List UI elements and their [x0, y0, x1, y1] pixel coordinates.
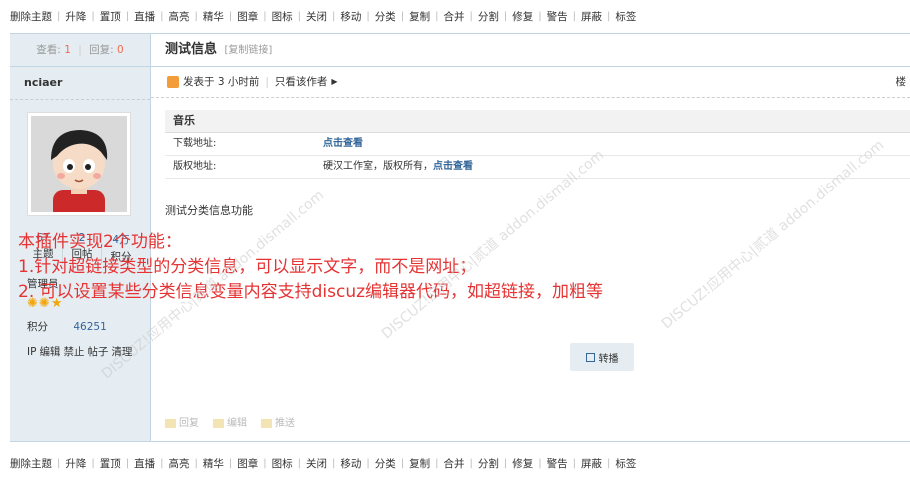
post-actions: 回复 编辑 推送	[165, 414, 295, 429]
post-action[interactable]: 回复	[165, 414, 199, 429]
post-meta: 发表于 3 小时前 | 只看该作者 ▶ 楼	[151, 67, 910, 98]
replies-count: 0	[117, 44, 124, 56]
views-label: 查看:	[36, 44, 61, 56]
share-button[interactable]: 转播	[570, 343, 634, 371]
classified-info-table: 音乐 下载地址: 点击查看 版权地址: 硬汉工作室，版权所有，点击查看	[165, 110, 910, 179]
admin-link[interactable]: IP	[27, 346, 36, 358]
type-row: 版权地址: 硬汉工作室，版权所有，点击查看	[165, 156, 910, 179]
mod-action-link[interactable]: 复制	[409, 9, 430, 24]
moderation-toolbar-top: 删除主题 | 升降 | 置顶 | 直播 | 高亮 | 精华 | 图章 | 图标 | 关闭 | 移动 | 分类 | 复制 | 合并…	[10, 9, 637, 24]
mod-action-link[interactable]: 警告	[547, 456, 568, 471]
share-icon	[585, 352, 595, 362]
mod-action-link[interactable]: 合并	[444, 456, 465, 471]
post-time: 发表于 3 小时前	[183, 76, 260, 88]
mod-action-link[interactable]: 删除主题	[10, 9, 52, 24]
type-row: 下载地址: 点击查看	[165, 133, 910, 156]
post-action[interactable]: 编辑	[213, 414, 247, 429]
author-online-icon	[167, 76, 179, 88]
avatar[interactable]	[27, 112, 131, 216]
mod-action-link[interactable]: 高亮	[169, 9, 190, 24]
mod-action-link[interactable]: 移动	[340, 456, 361, 471]
mod-action-link[interactable]: 精华	[203, 456, 224, 471]
mod-action-link[interactable]: 移动	[340, 9, 361, 24]
mod-action-link[interactable]: 图标	[272, 456, 293, 471]
type-key: 版权地址:	[173, 161, 217, 172]
mod-action-link[interactable]: 直播	[134, 9, 155, 24]
thread-title-bar: 测试信息 [复制链接]	[151, 34, 910, 67]
mod-action-link[interactable]: 标签	[615, 456, 636, 471]
mod-action-link[interactable]: 合并	[444, 9, 465, 24]
avatar-image	[31, 116, 127, 212]
mod-action-link[interactable]: 屏蔽	[581, 456, 602, 471]
mod-action-link[interactable]: 精华	[203, 9, 224, 24]
mod-action-link[interactable]: 分类	[375, 456, 396, 471]
type-value-text: 硬汉工作室，版权所有，	[323, 161, 433, 172]
mod-action-link[interactable]: 升降	[65, 456, 86, 471]
note-line: 1.针对超链接类型的分类信息，可以显示文字，而不是网址；	[18, 257, 477, 277]
mod-action-link[interactable]: 升降	[65, 9, 86, 24]
type-key: 下载地址:	[173, 138, 217, 149]
views-count: 1	[64, 44, 71, 56]
admin-link[interactable]: 帖子	[87, 346, 108, 358]
replies-label: 回复:	[89, 44, 114, 56]
type-value: 硬汉工作室，版权所有，点击查看	[323, 156, 473, 178]
credits-row: 积分 46251	[27, 319, 107, 334]
mod-action-link[interactable]: 图标	[272, 9, 293, 24]
mod-action-link[interactable]: 关闭	[306, 9, 327, 24]
view-link[interactable]: 点击查看	[323, 138, 363, 149]
moderation-toolbar-bottom: 删除主题 | 升降 | 置顶 | 直播 | 高亮 | 精华 | 图章 | 图标 | 关闭 | 移动 | 分类 | 复制 | 合并…	[10, 456, 637, 471]
admin-link[interactable]: 编辑	[39, 346, 60, 358]
caret-right-icon: ▶	[331, 77, 338, 86]
mod-action-link[interactable]: 分割	[478, 456, 499, 471]
mod-action-link[interactable]: 高亮	[169, 456, 190, 471]
mod-action-link[interactable]: 删除主题	[10, 456, 52, 471]
mod-action-link[interactable]: 图章	[237, 456, 258, 471]
mod-action-link[interactable]: 分类	[375, 9, 396, 24]
mod-action-link[interactable]: 标签	[615, 9, 636, 24]
thread-title: 测试信息	[165, 42, 218, 57]
mod-action-link[interactable]: 分割	[478, 9, 499, 24]
action-label: 回复	[179, 418, 199, 429]
mod-action-link[interactable]: 修复	[512, 456, 533, 471]
share-label: 转播	[598, 353, 619, 365]
mod-action-link[interactable]: 置顶	[100, 456, 121, 471]
mod-action-link[interactable]: 屏蔽	[581, 9, 602, 24]
mod-action-link[interactable]: 图章	[237, 9, 258, 24]
admin-link[interactable]: 禁止	[63, 346, 84, 358]
mod-action-link[interactable]: 置顶	[100, 9, 121, 24]
type-name: 音乐	[165, 110, 910, 133]
mod-action-link[interactable]: 关闭	[306, 456, 327, 471]
thread-stats: 查看: 1 | 回复: 0	[10, 34, 150, 67]
action-label: 编辑	[227, 418, 247, 429]
only-author-link[interactable]: 只看该作者	[275, 67, 328, 97]
action-icon	[213, 418, 224, 428]
floor-label: 楼	[895, 76, 907, 88]
action-label: 推送	[275, 418, 295, 429]
credits-value: 46251	[73, 321, 107, 333]
annotation-notes: 本插件实现2个功能： 1.针对超链接类型的分类信息，可以显示文字，而不是网址； 2.…	[18, 230, 603, 305]
note-line: 2. 可以设置某些分类信息变量内容支持discuz编辑器代码，如超链接，加粗等	[18, 282, 604, 302]
credits-label: 积分	[27, 321, 48, 333]
copy-link[interactable]: [复制链接]	[225, 45, 273, 56]
type-value: 点击查看	[323, 133, 363, 155]
post-content: 测试分类信息功能	[165, 204, 253, 217]
action-icon	[261, 418, 272, 428]
action-icon	[165, 418, 176, 428]
mod-action-link[interactable]: 复制	[409, 456, 430, 471]
author-name[interactable]: nciaer	[10, 67, 150, 100]
view-link[interactable]: 点击查看	[433, 161, 473, 172]
mod-action-link[interactable]: 修复	[512, 9, 533, 24]
post-action[interactable]: 推送	[261, 414, 295, 429]
mod-action-link[interactable]: 直播	[134, 456, 155, 471]
mod-action-link[interactable]: 警告	[547, 9, 568, 24]
post-container: 查看: 1 | 回复: 0 nciaer 67 主题 2 回帖 4万 积分 管理…	[10, 33, 910, 442]
